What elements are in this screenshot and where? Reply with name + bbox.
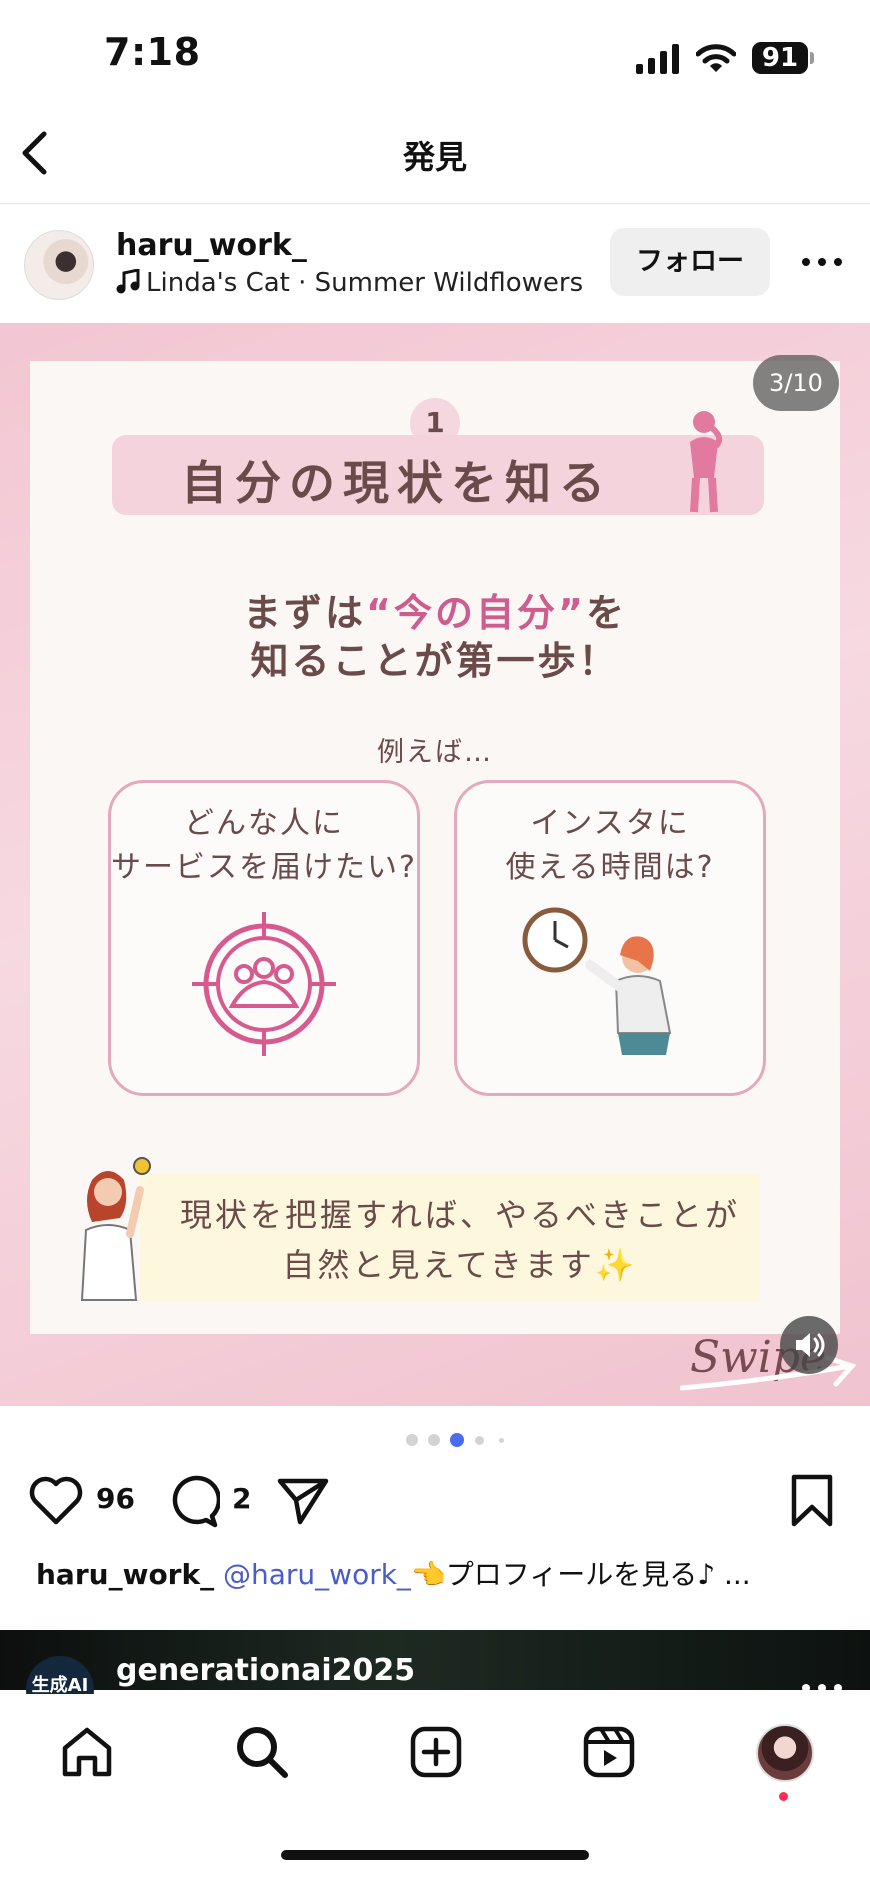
box1-line1: どんな人に bbox=[184, 806, 344, 841]
home-indicator[interactable] bbox=[281, 1850, 589, 1860]
follow-button[interactable]: フォロー bbox=[610, 228, 770, 296]
box2-line1: インスタに bbox=[530, 806, 690, 841]
note-line-2: 自然と見えてきます✨ bbox=[282, 1246, 638, 1284]
music-note-icon bbox=[116, 268, 140, 294]
notification-dot bbox=[779, 1792, 788, 1801]
idea-woman-icon bbox=[80, 1157, 151, 1301]
post-username[interactable]: haru_work_ bbox=[116, 228, 307, 263]
speaker-icon bbox=[796, 1333, 825, 1357]
bookmark-icon[interactable] bbox=[790, 1474, 834, 1528]
caption-text: 👈プロフィールを見る♪ ... bbox=[410, 1558, 751, 1591]
carousel-dot-4 bbox=[475, 1436, 484, 1445]
clock-woman-icon bbox=[522, 907, 672, 1055]
carousel-dot-2 bbox=[428, 1434, 440, 1446]
avatar[interactable] bbox=[24, 230, 94, 300]
header-divider bbox=[0, 203, 870, 204]
carousel-dot-5 bbox=[499, 1438, 504, 1443]
profile-tab-avatar[interactable] bbox=[756, 1724, 814, 1782]
status-time: 7:18 bbox=[104, 30, 201, 74]
subtitle-line-1: まずは“今の自分”を bbox=[0, 582, 870, 637]
like-count[interactable]: 96 bbox=[96, 1482, 135, 1515]
next-post-username[interactable]: generationai2025 bbox=[116, 1653, 415, 1688]
page-title: 発見 bbox=[402, 138, 467, 176]
share-icon[interactable] bbox=[276, 1476, 330, 1526]
next-post-more-icon[interactable] bbox=[800, 1682, 844, 1694]
comment-icon[interactable] bbox=[166, 1474, 220, 1528]
caption-username[interactable]: haru_work_ bbox=[36, 1558, 214, 1591]
subtitle-highlight: “今の自分” bbox=[366, 591, 586, 635]
wifi-icon bbox=[696, 44, 736, 72]
battery-indicator: 91 bbox=[752, 42, 808, 74]
sound-toggle-button[interactable] bbox=[780, 1316, 838, 1374]
subtitle-part-a: まずは bbox=[243, 591, 367, 635]
search-icon[interactable] bbox=[234, 1724, 290, 1780]
thinking-woman-icon bbox=[690, 411, 723, 513]
music-info[interactable]: Linda's Cat · Summer Wildflowers bbox=[116, 268, 583, 298]
music-label: Linda's Cat · Summer Wildflowers bbox=[146, 268, 584, 298]
box1-line2: サービスを届けたい? bbox=[111, 850, 417, 885]
comment-count[interactable]: 2 bbox=[232, 1482, 251, 1515]
carousel-dot-active bbox=[450, 1433, 464, 1447]
example-label: 例えば… bbox=[377, 737, 493, 768]
home-icon[interactable] bbox=[60, 1726, 114, 1778]
cellular-signal-icon bbox=[636, 44, 679, 74]
target-audience-icon bbox=[192, 912, 336, 1056]
note-line-1: 現状を把握すれば、やるべきことが bbox=[179, 1196, 740, 1234]
more-options-icon[interactable] bbox=[800, 250, 844, 274]
box2-line2: 使える時間は? bbox=[505, 850, 715, 885]
subtitle-line-2: 知ることが第一歩！ bbox=[250, 639, 620, 683]
carousel-dot-1 bbox=[406, 1434, 418, 1446]
slide-title: 自分の現状を知る bbox=[181, 456, 613, 510]
slide-counter: 3/10 bbox=[753, 355, 839, 411]
post-caption[interactable]: haru_work_ @haru_work_👈プロフィールを見る♪ ... bbox=[36, 1553, 751, 1593]
battery-tip bbox=[810, 52, 814, 64]
reels-icon[interactable] bbox=[583, 1726, 635, 1778]
create-post-icon[interactable] bbox=[410, 1726, 462, 1778]
caption-mention[interactable]: @haru_work_ bbox=[223, 1558, 411, 1591]
like-icon[interactable] bbox=[28, 1476, 84, 1526]
subtitle-part-c: を bbox=[585, 591, 627, 635]
